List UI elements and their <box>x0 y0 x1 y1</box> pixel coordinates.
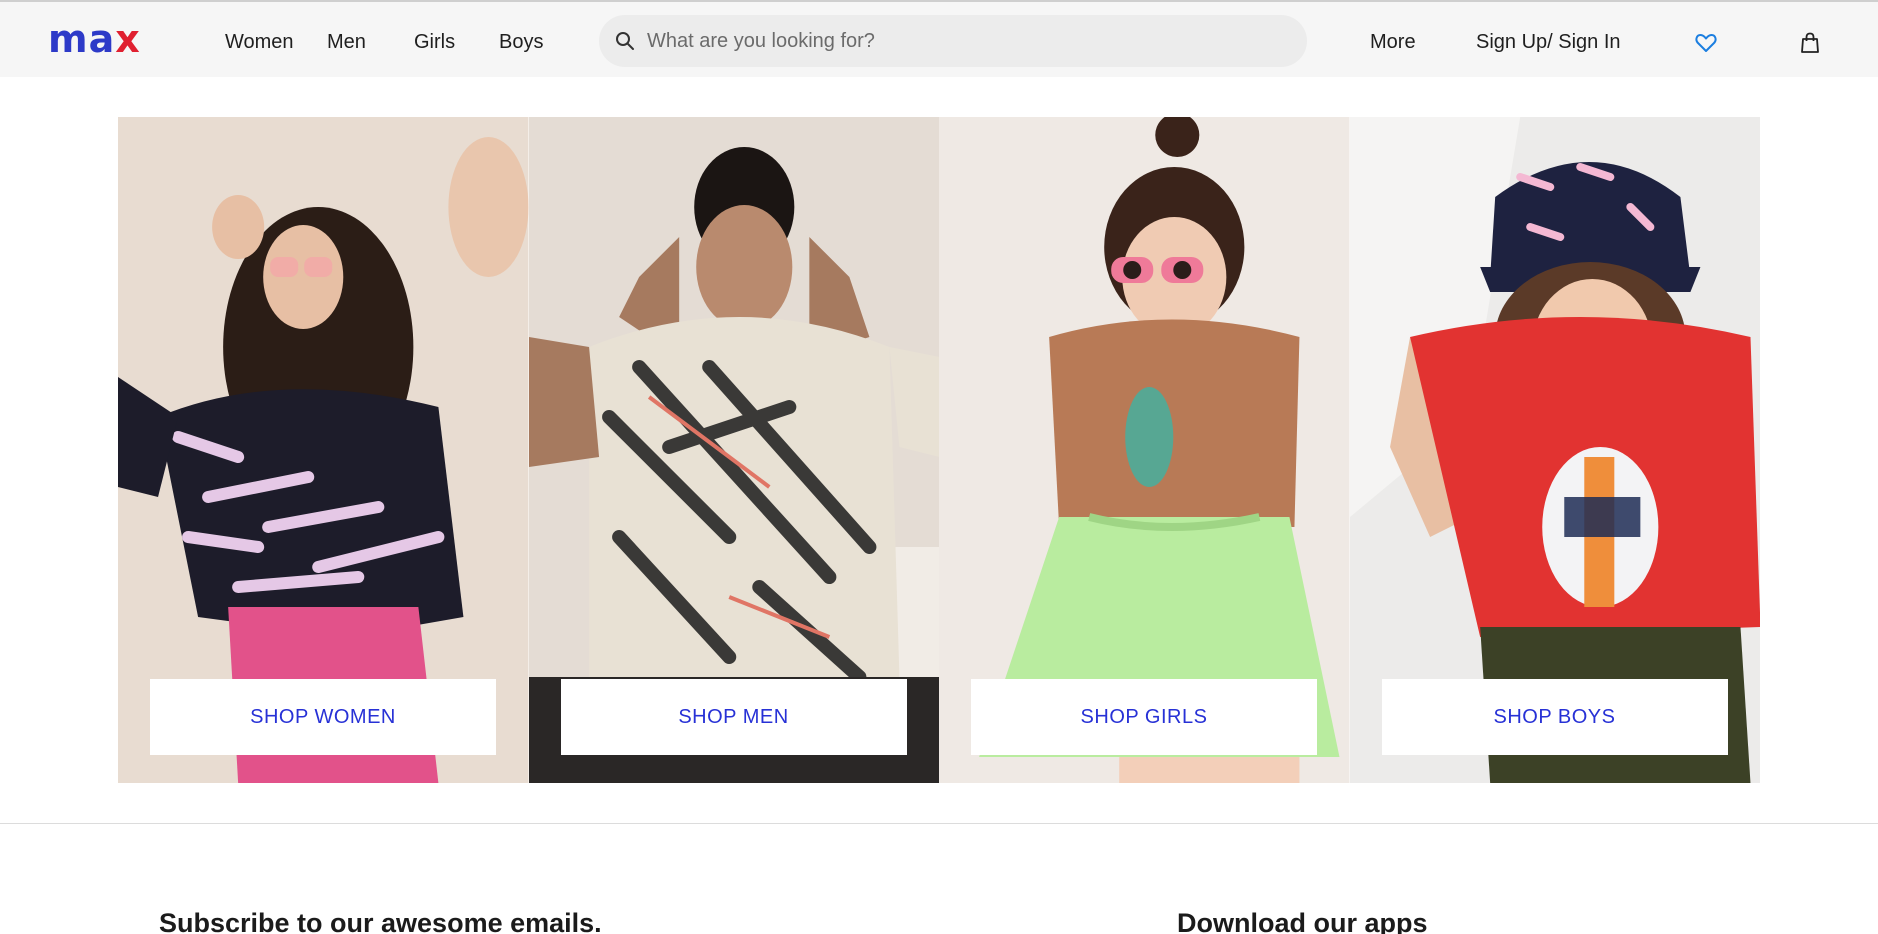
max-logo[interactable]: max <box>48 17 166 61</box>
shopping-bag-icon[interactable] <box>1800 32 1820 54</box>
nav-men[interactable]: Men <box>327 29 366 55</box>
nav-boys[interactable]: Boys <box>499 29 543 55</box>
logo-wordmark: max <box>48 17 141 61</box>
subscribe-heading: Subscribe to our awesome emails. <box>159 908 602 934</box>
category-tile-boys[interactable]: SHOP BOYS <box>1349 117 1760 783</box>
shop-men-button[interactable]: SHOP MEN <box>560 679 907 755</box>
section-divider <box>0 823 1878 824</box>
shop-girls-button[interactable]: SHOP GIRLS <box>971 679 1317 755</box>
search-icon[interactable] <box>615 31 635 51</box>
category-tile-girls[interactable]: SHOP GIRLS <box>939 117 1350 783</box>
heart-icon[interactable] <box>1695 33 1717 53</box>
search-bar <box>599 15 1307 67</box>
category-tile-women[interactable]: SHOP WOMEN <box>118 117 529 783</box>
category-tiles: SHOP WOMEN SHOP MEN SHOP GIRLS SHOP BOYS <box>118 117 1760 783</box>
category-tile-men[interactable]: SHOP MEN <box>528 117 939 783</box>
signin-link[interactable]: Sign Up/ Sign In <box>1476 29 1621 55</box>
nav-women[interactable]: Women <box>225 29 294 55</box>
shop-women-button[interactable]: SHOP WOMEN <box>150 679 496 755</box>
more-menu[interactable]: More <box>1370 29 1416 55</box>
shop-boys-button[interactable]: SHOP BOYS <box>1381 679 1728 755</box>
nav-girls[interactable]: Girls <box>414 29 455 55</box>
site-header: max Women Men Girls Boys More Sign Up/ S… <box>0 2 1878 77</box>
search-input[interactable] <box>647 15 1287 67</box>
download-apps-heading: Download our apps <box>1177 908 1428 934</box>
